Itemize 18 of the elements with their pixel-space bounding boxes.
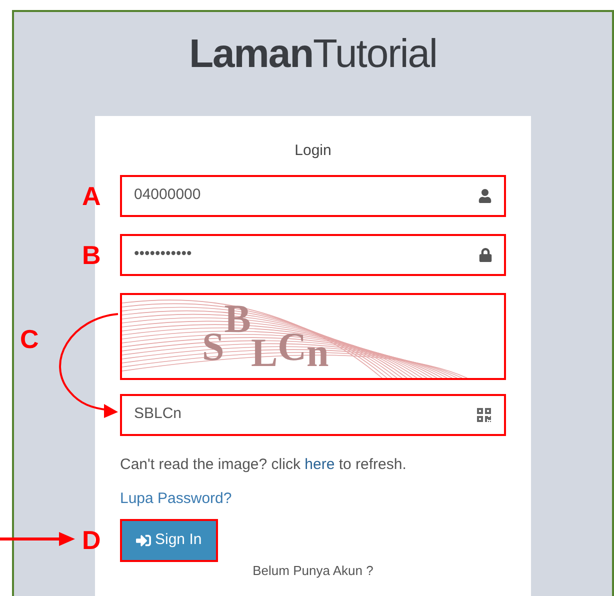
refresh-note: Can't read the image? click here to refresh. xyxy=(120,454,408,474)
sign-in-icon xyxy=(136,532,151,548)
sign-in-button[interactable]: Sign In xyxy=(120,518,218,562)
annotation-letter: C xyxy=(20,326,39,352)
annotation-letter: D xyxy=(82,526,101,552)
qr-code-icon xyxy=(476,406,492,422)
password-field[interactable]: ••••••••••• xyxy=(120,234,506,276)
login-title: Login xyxy=(294,141,332,161)
lock-icon xyxy=(479,248,492,262)
annotation-letter: A xyxy=(82,182,101,208)
captcha-field[interactable]: SBLCn xyxy=(120,394,506,436)
register-prompt: Belum Punya Akun ? xyxy=(252,562,374,578)
username-field[interactable]: 04000000 xyxy=(120,174,506,216)
annotation-letter: B xyxy=(82,242,101,268)
brand-logo: LamanTutorial xyxy=(189,34,437,74)
refresh-link[interactable]: here xyxy=(304,456,335,472)
user-icon xyxy=(478,188,492,202)
forgot-password-link[interactable]: Lupa Password? xyxy=(120,488,232,510)
